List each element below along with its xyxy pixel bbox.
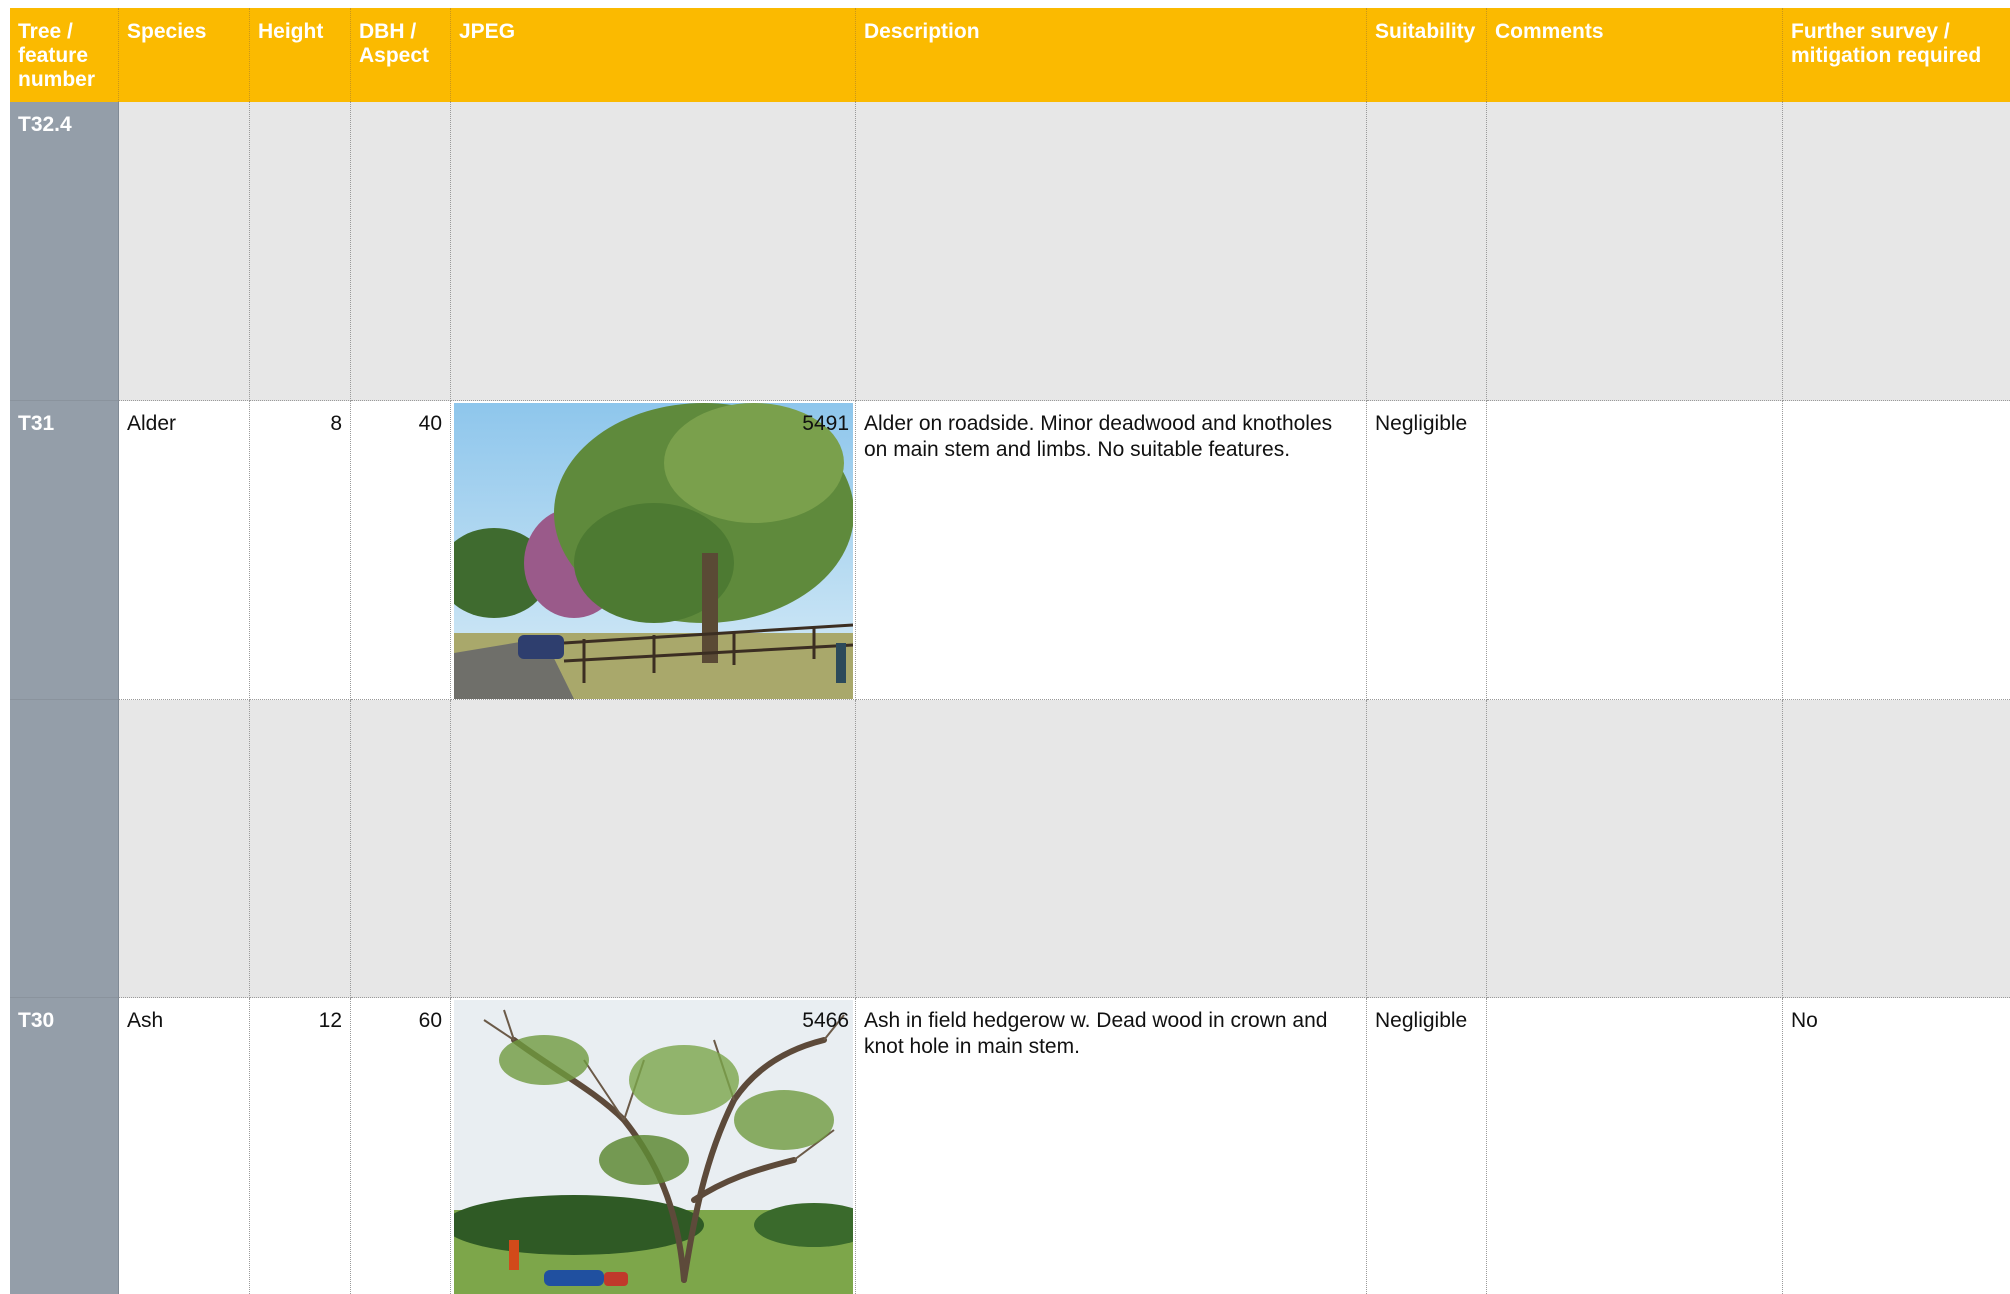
row-t30-id: T30 [10, 998, 119, 1294]
row-t30-description: Ash in field hedgerow w. Dead wood in cr… [856, 998, 1367, 1294]
row-t30-further: No [1783, 998, 2010, 1294]
row-t31-further [1783, 401, 2010, 700]
row-t31-description: Alder on roadside. Minor deadwood and kn… [856, 401, 1367, 700]
survey-table: Tree / feature number Species Height DBH… [10, 8, 2010, 1294]
photo-ref-5466: 5466 [802, 1009, 849, 1032]
row-t30-dbh: 60 [351, 998, 451, 1294]
row-blank-jpeg [451, 700, 856, 998]
row-t32-4-further [1783, 102, 2010, 401]
header-suitability: Suitability [1367, 8, 1487, 102]
header-dbh-aspect: DBH / Aspect [351, 8, 451, 102]
row-t31-id: T31 [10, 401, 119, 700]
row-t32-4-jpeg [451, 102, 856, 401]
row-t32-4-description [856, 102, 1367, 401]
header-height: Height [250, 8, 351, 102]
header-species: Species [119, 8, 250, 102]
row-t30-jpeg: 5466 [451, 998, 856, 1294]
row-blank-further [1783, 700, 2010, 998]
photo-ref-5491: 5491 [802, 412, 849, 435]
row-t32-4-id: T32.4 [10, 102, 119, 401]
ash-photo[interactable] [454, 1000, 853, 1294]
row-t30-comments [1487, 998, 1783, 1294]
row-t32-4-suitability [1367, 102, 1487, 401]
row-t32-4-dbh [351, 102, 451, 401]
header-description: Description [856, 8, 1367, 102]
header-comments: Comments [1487, 8, 1783, 102]
header-tree-feature-number: Tree / feature number [10, 8, 119, 102]
row-t30-species: Ash [119, 998, 250, 1294]
row-blank-height [250, 700, 351, 998]
alder-photo[interactable] [454, 403, 853, 699]
row-t31-jpeg: 5491 [451, 401, 856, 700]
header-jpeg: JPEG [451, 8, 856, 102]
row-blank-suitability [1367, 700, 1487, 998]
row-t32-4-height [250, 102, 351, 401]
header-further-survey: Further survey / mitigation required [1783, 8, 2010, 102]
row-t31-dbh: 40 [351, 401, 451, 700]
row-t30-suitability: Negligible [1367, 998, 1487, 1294]
row-blank-dbh [351, 700, 451, 998]
row-blank-species [119, 700, 250, 998]
row-t30-height: 12 [250, 998, 351, 1294]
row-t31-species: Alder [119, 401, 250, 700]
row-t31-suitability: Negligible [1367, 401, 1487, 700]
row-t32-4-species [119, 102, 250, 401]
row-blank-comments [1487, 700, 1783, 998]
row-blank-id [10, 700, 119, 998]
row-blank-description [856, 700, 1367, 998]
row-t31-height: 8 [250, 401, 351, 700]
row-t32-4-comments [1487, 102, 1783, 401]
row-t31-comments [1487, 401, 1783, 700]
